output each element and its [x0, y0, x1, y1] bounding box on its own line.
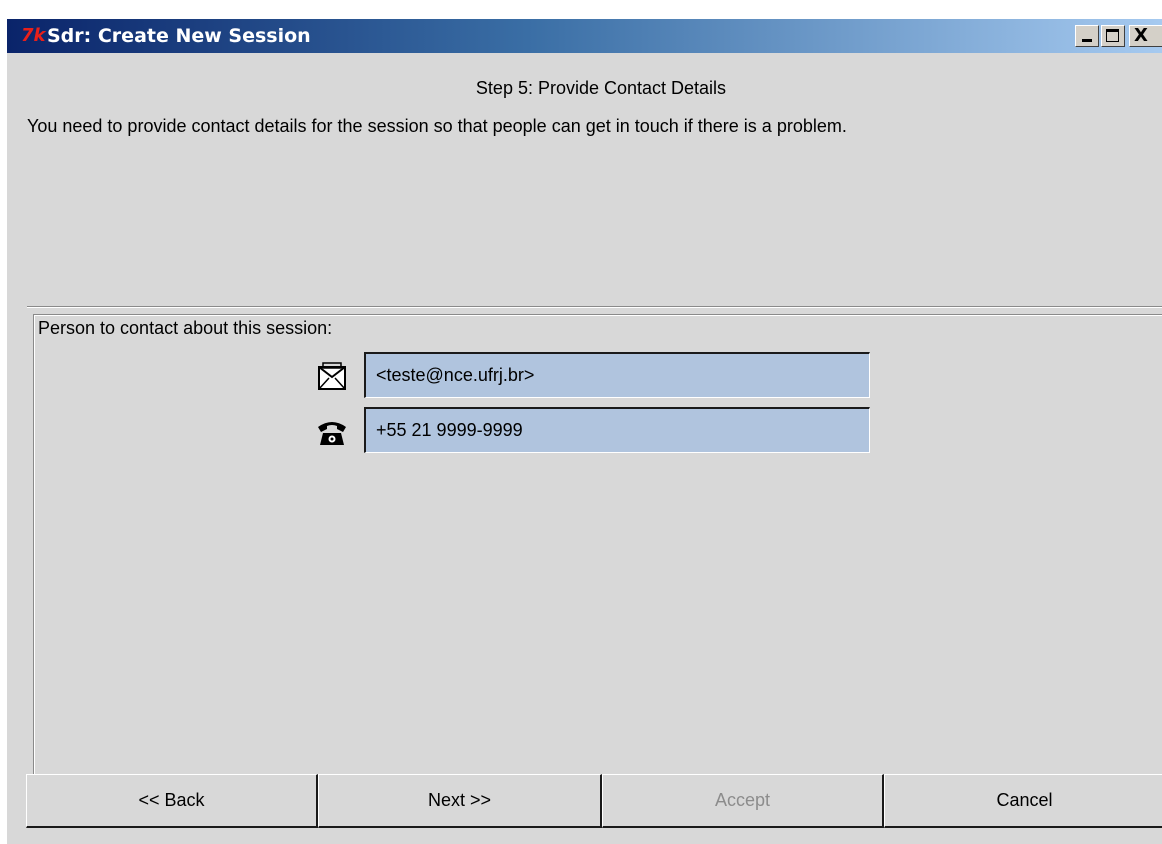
- phone-field[interactable]: [364, 407, 870, 453]
- wizard-button-bar: << Back Next >> Accept Cancel: [26, 774, 1162, 830]
- close-icon: X: [1134, 25, 1148, 46]
- window-title: Sdr: Create New Session: [47, 25, 311, 47]
- title-bar[interactable]: 7k Sdr: Create New Session X: [7, 19, 1162, 53]
- back-button[interactable]: << Back: [26, 774, 318, 828]
- section-divider: [27, 306, 1162, 308]
- tk-app-icon: 7k: [21, 25, 46, 46]
- contact-person-label: Person to contact about this session:: [38, 318, 333, 338]
- minimize-icon: [1082, 39, 1092, 42]
- cancel-button[interactable]: Cancel: [884, 774, 1162, 828]
- minimize-button[interactable]: [1075, 25, 1099, 47]
- maximize-button[interactable]: [1101, 25, 1125, 47]
- envelope-icon: [318, 362, 346, 390]
- email-field[interactable]: [364, 352, 870, 398]
- telephone-icon: [318, 422, 346, 445]
- step-title: Step 5: Provide Contact Details: [475, 78, 727, 98]
- accept-button[interactable]: Accept: [602, 774, 884, 828]
- next-button[interactable]: Next >>: [318, 774, 602, 828]
- maximize-icon: [1106, 29, 1119, 42]
- close-button[interactable]: X: [1129, 25, 1162, 47]
- step-description: You need to provide contact details for …: [27, 116, 847, 136]
